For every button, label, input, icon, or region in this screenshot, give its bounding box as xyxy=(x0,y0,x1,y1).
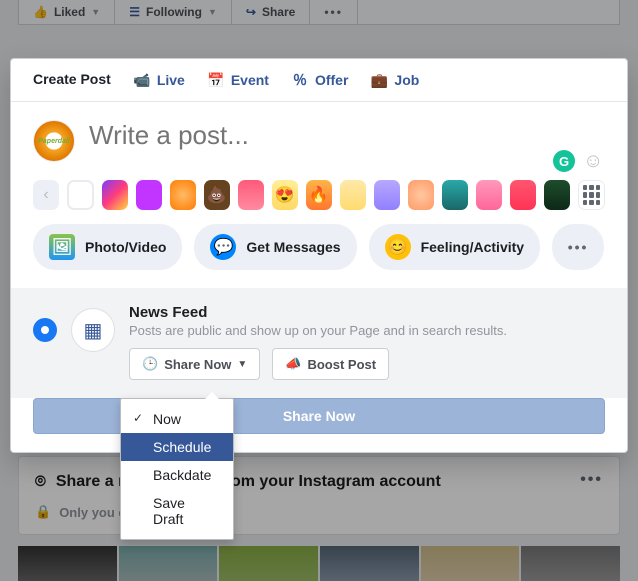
news-feed-section: ▦ News Feed Posts are public and show up… xyxy=(11,288,627,398)
camera-icon: 📹 xyxy=(133,71,151,89)
get-messages-button[interactable]: 💬 Get Messages xyxy=(194,224,356,270)
bg-swatch[interactable] xyxy=(442,180,468,210)
caret-down-icon: ▼ xyxy=(237,359,247,370)
instagram-thumb[interactable] xyxy=(219,546,318,581)
emoji-picker-icon[interactable]: ☺ xyxy=(583,150,605,172)
lock-icon: 🔒 xyxy=(35,504,51,520)
bg-swatch[interactable]: 🔥 xyxy=(306,180,332,210)
composer-tabs: Create Post 📹 Live 📅 Event ％ Offer 💼 Job xyxy=(11,59,627,102)
percent-icon: ％ xyxy=(291,71,309,89)
bg-more-icon[interactable] xyxy=(578,180,605,210)
grammarly-icon[interactable]: G xyxy=(553,150,575,172)
compose-row: Paperdali G ☺ xyxy=(11,102,627,166)
bg-swatch[interactable] xyxy=(510,180,536,210)
post-text-input[interactable] xyxy=(89,120,605,151)
tab-create-post[interactable]: Create Post xyxy=(33,71,111,101)
bg-swatch[interactable] xyxy=(136,180,162,210)
menu-item-schedule[interactable]: Schedule xyxy=(121,433,233,461)
smiley-icon: 😊 xyxy=(385,234,411,260)
bg-swatch[interactable] xyxy=(238,180,264,210)
news-feed-subtitle: Posts are public and show up on your Pag… xyxy=(129,323,507,338)
tab-label: Create Post xyxy=(33,71,111,87)
share-arrow-icon: ↪ xyxy=(246,5,256,19)
bg-swatch[interactable] xyxy=(340,180,366,210)
tab-live[interactable]: 📹 Live xyxy=(133,71,185,101)
page-actions-bar: 👍 Liked ▼ ☰ Following ▼ ↪ Share ••• xyxy=(18,0,620,25)
caret-down-icon: ▼ xyxy=(208,7,217,17)
briefcase-icon: 💼 xyxy=(370,71,388,89)
clock-icon: 🕒 xyxy=(142,356,158,372)
share-button[interactable]: ↪ Share xyxy=(232,0,310,24)
chip-label: Feeling/Activity xyxy=(421,239,524,255)
audience-radio-selected[interactable] xyxy=(33,318,57,342)
share-label: Share xyxy=(262,5,295,19)
following-label: Following xyxy=(146,5,202,19)
background-picker: ‹ 💩 😍 🔥 xyxy=(11,166,627,224)
boost-label: Boost Post xyxy=(307,357,376,372)
menu-item-save-draft[interactable]: Save Draft xyxy=(121,489,233,533)
calendar-icon: 📅 xyxy=(207,71,225,89)
tab-label: Offer xyxy=(315,72,348,88)
bg-swatch[interactable] xyxy=(544,180,570,210)
photo-video-button[interactable]: 🖼 Photo/Video xyxy=(33,224,182,270)
caret-down-icon: ▼ xyxy=(91,7,100,17)
chip-label: Photo/Video xyxy=(85,239,166,255)
more-attachments-button[interactable]: ••• xyxy=(552,224,604,270)
bg-swatch[interactable]: 💩 xyxy=(204,180,230,210)
tab-label: Live xyxy=(157,72,185,88)
attachment-row: 🖼 Photo/Video 💬 Get Messages 😊 Feeling/Acti… xyxy=(11,224,627,288)
bg-swatch[interactable] xyxy=(170,180,196,210)
share-timing-dropdown[interactable]: 🕒 Share Now ▼ xyxy=(129,348,260,380)
instagram-share-card: ⌾Share a recent photo from your Instagra… xyxy=(18,456,620,535)
rss-icon: ☰ xyxy=(129,5,140,19)
thumb-up-icon: 👍 xyxy=(33,5,48,19)
liked-button[interactable]: 👍 Liked ▼ xyxy=(19,0,115,24)
tab-event[interactable]: 📅 Event xyxy=(207,71,269,101)
chip-label: Get Messages xyxy=(246,239,340,255)
bg-swatch[interactable] xyxy=(476,180,502,210)
bg-swatch[interactable] xyxy=(102,180,128,210)
messenger-icon: 💬 xyxy=(210,234,236,260)
instagram-thumb[interactable] xyxy=(18,546,117,581)
tab-offer[interactable]: ％ Offer xyxy=(291,71,348,101)
bg-swatch[interactable] xyxy=(374,180,400,210)
megaphone-icon: 📣 xyxy=(285,356,301,372)
share-timing-menu: Now Schedule Backdate Save Draft xyxy=(120,398,234,540)
liked-label: Liked xyxy=(54,5,85,19)
tab-label: Event xyxy=(231,72,269,88)
news-feed-title: News Feed xyxy=(129,304,507,321)
instagram-thumb[interactable] xyxy=(421,546,520,581)
instagram-thumb[interactable] xyxy=(119,546,218,581)
bg-scroll-left[interactable]: ‹ xyxy=(33,180,59,210)
photo-icon: 🖼 xyxy=(49,234,75,260)
bg-swatch[interactable]: 😍 xyxy=(272,180,298,210)
tab-label: Job xyxy=(394,72,419,88)
feeling-activity-button[interactable]: 😊 Feeling/Activity xyxy=(369,224,540,270)
more-button[interactable]: ••• xyxy=(310,0,358,24)
following-button[interactable]: ☰ Following ▼ xyxy=(115,0,232,24)
instagram-more-icon[interactable]: ••• xyxy=(580,471,603,489)
instagram-thumbnails xyxy=(18,546,620,581)
page-avatar[interactable]: Paperdali xyxy=(33,120,75,162)
news-feed-icon: ▦ xyxy=(71,308,115,352)
share-timing-label: Share Now xyxy=(164,357,231,372)
instagram-thumb[interactable] xyxy=(521,546,620,581)
menu-item-backdate[interactable]: Backdate xyxy=(121,461,233,489)
share-now-button[interactable]: Share Now xyxy=(33,398,605,434)
bg-swatch[interactable] xyxy=(408,180,434,210)
menu-item-now[interactable]: Now xyxy=(121,405,233,433)
instagram-icon: ⌾ xyxy=(35,471,46,492)
create-post-modal: Create Post 📹 Live 📅 Event ％ Offer 💼 Job Pap… xyxy=(10,58,628,453)
instagram-thumb[interactable] xyxy=(320,546,419,581)
tab-job[interactable]: 💼 Job xyxy=(370,71,419,101)
bg-swatch-none[interactable] xyxy=(67,180,94,210)
boost-post-button[interactable]: 📣 Boost Post xyxy=(272,348,389,380)
